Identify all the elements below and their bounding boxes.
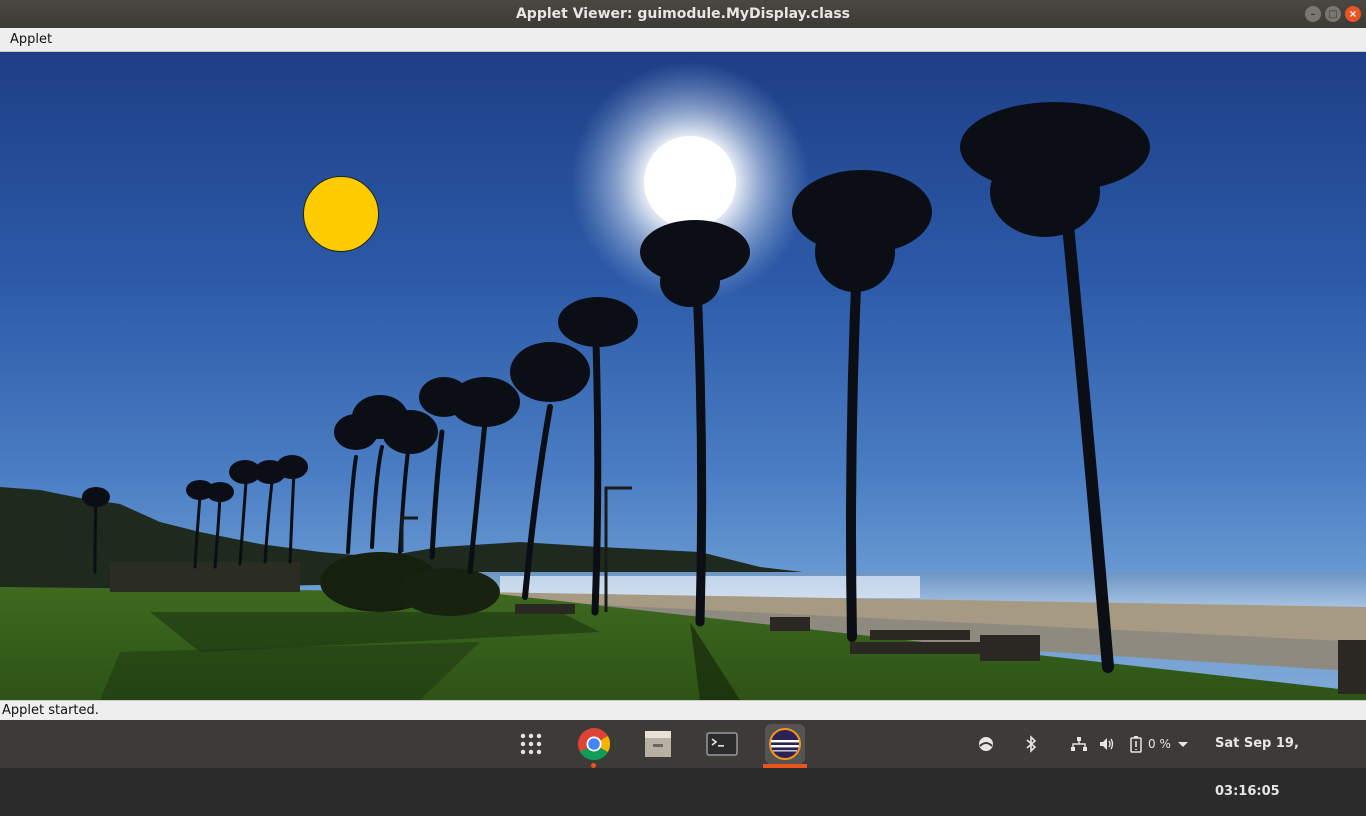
maximize-icon: □	[1328, 8, 1338, 20]
status-text: Applet started.	[2, 703, 99, 718]
tray-battery[interactable]: 0 %	[1127, 720, 1171, 768]
terminal-launcher[interactable]	[702, 724, 742, 764]
chevron-down-icon	[1178, 742, 1188, 747]
clock[interactable]: Sat Sep 19, 03:16:05	[1215, 720, 1366, 799]
battery-percent: 0 %	[1148, 737, 1171, 751]
files-launcher[interactable]	[638, 724, 678, 764]
yellow-circle-shape	[303, 176, 379, 252]
tray-network[interactable]	[1069, 720, 1089, 768]
volume-icon	[1100, 738, 1114, 750]
tray-volume[interactable]	[1097, 720, 1117, 768]
tray-menu-toggle[interactable]	[1176, 720, 1190, 768]
bluetooth-icon	[1026, 735, 1037, 753]
tray-bluetooth[interactable]	[1021, 720, 1041, 768]
chrome-launcher[interactable]	[574, 724, 614, 764]
running-indicator	[591, 763, 596, 768]
battery-icon	[1130, 736, 1142, 753]
building	[110, 562, 300, 592]
active-window-indicator	[763, 764, 807, 768]
applet-canvas[interactable]	[0, 52, 1366, 700]
menu-applet[interactable]: Applet	[10, 28, 52, 52]
tray-app-indicator[interactable]	[976, 720, 996, 768]
menu-bar: Applet	[0, 28, 1366, 52]
window-title: Applet Viewer: guimodule.MyDisplay.class	[515, 6, 851, 22]
terminal-icon	[706, 732, 738, 756]
show-applications-icon	[520, 733, 542, 755]
chrome-icon	[578, 728, 611, 761]
beach-palm-trees-photo	[0, 62, 1366, 700]
bush	[400, 568, 500, 616]
close-icon: ×	[1348, 8, 1358, 20]
sun	[644, 136, 736, 228]
eclipse-icon	[769, 728, 801, 760]
show-applications-button[interactable]	[511, 724, 551, 764]
window-titlebar[interactable]: Applet Viewer: guimodule.MyDisplay.class…	[0, 0, 1366, 28]
network-icon	[1071, 737, 1087, 751]
minimize-button[interactable]: –	[1305, 6, 1321, 22]
status-bar: Applet started.	[0, 700, 1366, 720]
files-icon	[645, 731, 671, 757]
eclipse-launcher[interactable]	[765, 724, 805, 764]
close-button[interactable]: ×	[1345, 6, 1361, 22]
app-indicator-icon	[979, 737, 993, 751]
minimize-icon: –	[1310, 8, 1316, 20]
maximize-button[interactable]: □	[1325, 6, 1341, 22]
